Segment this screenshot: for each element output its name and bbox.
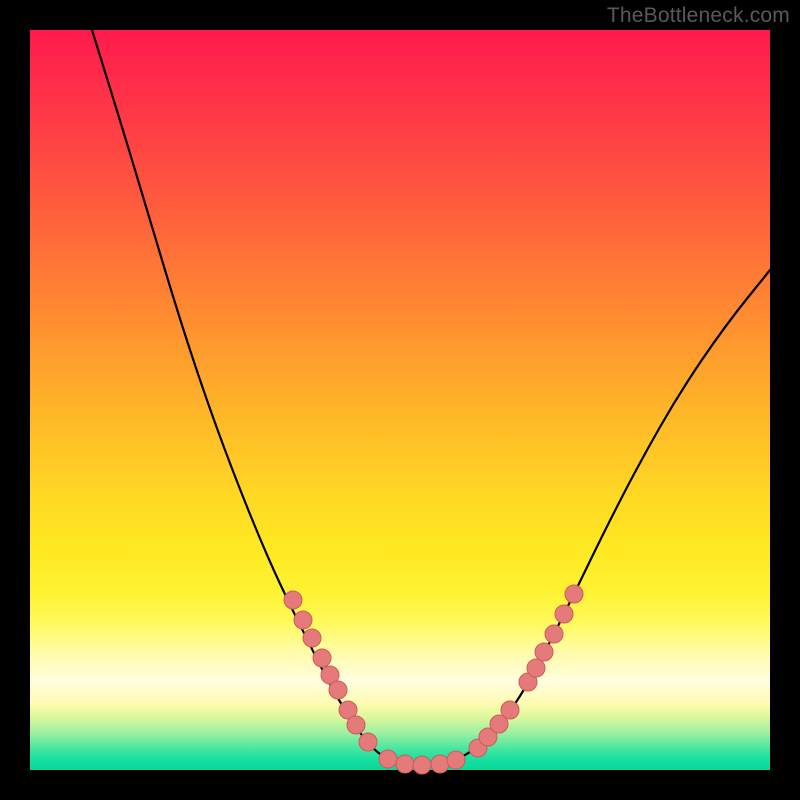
data-bead bbox=[359, 733, 377, 751]
data-bead bbox=[347, 716, 365, 734]
beads-left-branch bbox=[284, 591, 377, 751]
data-bead bbox=[527, 659, 545, 677]
plot-area bbox=[30, 30, 770, 770]
data-bead bbox=[535, 643, 553, 661]
beads-valley bbox=[379, 750, 465, 774]
data-bead bbox=[447, 751, 465, 769]
chart-svg bbox=[30, 30, 770, 770]
outer-frame: TheBottleneck.com bbox=[0, 0, 800, 800]
data-bead bbox=[545, 625, 563, 643]
beads-right-branch bbox=[469, 585, 583, 757]
data-bead bbox=[329, 681, 347, 699]
data-bead bbox=[379, 750, 397, 768]
data-bead bbox=[303, 629, 321, 647]
data-bead bbox=[313, 649, 331, 667]
data-bead bbox=[284, 591, 302, 609]
data-bead bbox=[501, 701, 519, 719]
data-bead bbox=[555, 605, 573, 623]
data-bead bbox=[431, 755, 449, 773]
bottleneck-curve bbox=[92, 30, 770, 765]
data-bead bbox=[396, 755, 414, 773]
data-bead bbox=[413, 756, 431, 774]
data-bead bbox=[294, 611, 312, 629]
watermark-text: TheBottleneck.com bbox=[607, 4, 790, 28]
data-bead bbox=[565, 585, 583, 603]
